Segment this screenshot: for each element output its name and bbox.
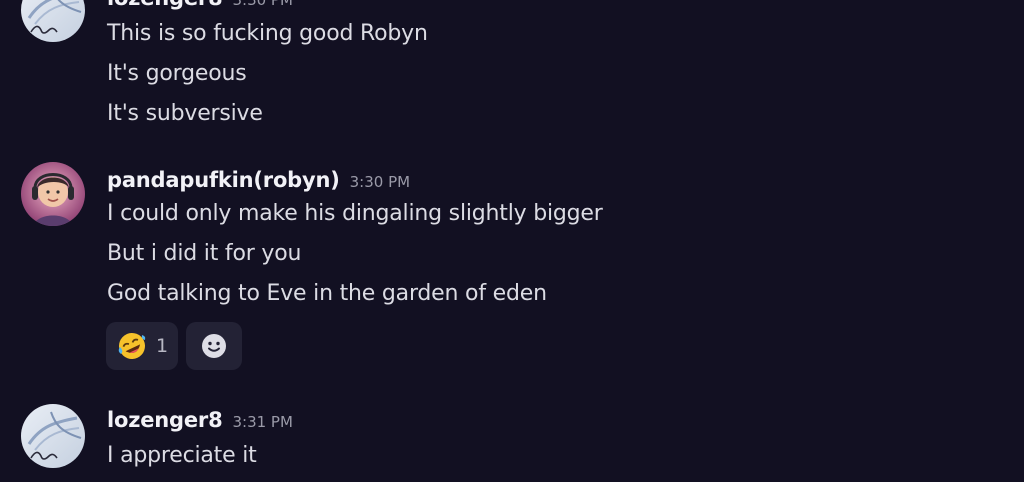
username[interactable]: lozenger8 [107,0,223,10]
username[interactable]: lozenger8 [107,408,223,432]
timestamp: 3:30 PM [232,0,293,9]
avatar[interactable] [21,162,85,226]
reaction-count: 1 [156,335,169,357]
timestamp: 3:31 PM [232,413,293,431]
message-text[interactable]: God talking to Eve in the garden of eden [107,281,547,306]
message-text[interactable]: But i did it for you [107,241,301,266]
chat-message-list[interactable]: lozenger8 3:30 PM This is so fucking good… [0,0,1024,482]
lozenger8-avatar-icon [21,0,85,42]
add-reaction-icon [202,334,226,358]
message-text[interactable]: I appreciate it [107,443,257,468]
message-header: pandapufkin(robyn) 3:30 PM [107,168,410,192]
reaction-rofl[interactable]: 1 [106,322,178,370]
message-text[interactable]: I could only make his dingaling slightly… [107,201,603,226]
avatar[interactable] [21,404,85,468]
message-text[interactable]: This is so fucking good Robyn [107,21,428,46]
message-text[interactable]: It's subversive [107,101,263,126]
pandapufkin-avatar-icon [21,162,85,226]
message-header: lozenger8 3:31 PM [107,408,293,432]
rolling-on-floor-laughing-icon [118,333,146,359]
avatar[interactable] [21,0,85,42]
reaction-bar: 1 [106,322,242,370]
message-header: lozenger8 3:30 PM [107,0,293,10]
username[interactable]: pandapufkin(robyn) [107,168,340,192]
lozenger8-avatar-icon [21,404,85,468]
message-text[interactable]: It's gorgeous [107,61,247,86]
timestamp: 3:30 PM [349,173,411,191]
add-reaction-button[interactable] [186,322,242,370]
